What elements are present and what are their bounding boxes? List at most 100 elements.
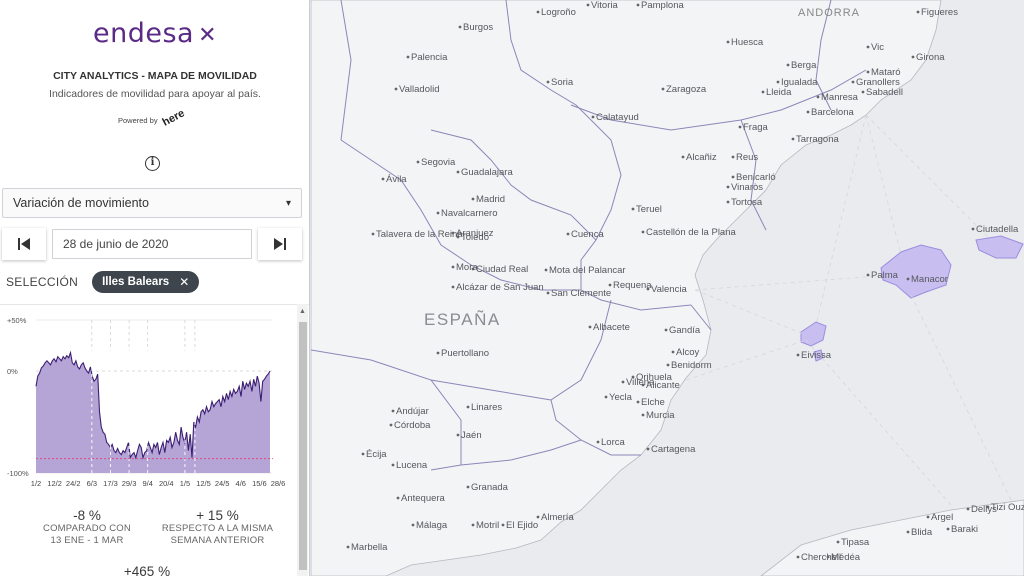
city-dot bbox=[866, 45, 870, 49]
city-label: Valladolid bbox=[399, 84, 440, 95]
scrollbar-thumb[interactable] bbox=[299, 322, 307, 570]
city-dot bbox=[346, 545, 350, 549]
x-tick-label: 20/4 bbox=[159, 479, 174, 488]
region-chip[interactable]: Illes Balears ✕ bbox=[92, 271, 200, 293]
x-tick-label: 29/3 bbox=[122, 479, 137, 488]
city-label: Eivissa bbox=[801, 350, 832, 361]
city-dot bbox=[731, 155, 735, 159]
selection-row: SELECCIÓN Illes Balears ✕ bbox=[6, 271, 200, 293]
scroll-up-icon[interactable]: ▲ bbox=[299, 308, 306, 315]
city-dot bbox=[641, 413, 645, 417]
city-label: Marbella bbox=[351, 542, 388, 553]
x-tick-label: 12/5 bbox=[196, 479, 211, 488]
city-label: Lorca bbox=[601, 437, 625, 448]
stat-caption: COMPARADO CON bbox=[43, 523, 131, 534]
city-label: Jaén bbox=[461, 430, 482, 441]
powered-by: Powered by here bbox=[118, 107, 186, 129]
city-label: Igualada bbox=[781, 77, 818, 88]
city-dot bbox=[456, 433, 460, 437]
city-dot bbox=[406, 55, 410, 59]
y-tick-label: -100% bbox=[7, 469, 29, 478]
city-label: Castellón de la Plana bbox=[646, 227, 736, 238]
previous-date-button[interactable] bbox=[2, 228, 46, 260]
city-dot bbox=[361, 452, 365, 456]
brand-name: endesa bbox=[92, 18, 195, 49]
map-canvas[interactable]: ANDORRA ESPAÑA Burgos Logroño Vitoria Pampl… bbox=[311, 0, 1024, 576]
city-label: Lucena bbox=[396, 460, 428, 471]
region-chip-label: Illes Balears bbox=[102, 276, 170, 288]
city-dot bbox=[806, 110, 810, 114]
x-tick-label: 24/2 bbox=[66, 479, 81, 488]
city-label: Motril bbox=[476, 520, 499, 531]
x-tick-label: 1/5 bbox=[180, 479, 190, 488]
city-label: San Clemente bbox=[551, 288, 611, 299]
city-label: Baraki bbox=[951, 524, 978, 535]
city-dot bbox=[681, 155, 685, 159]
page-title: CITY ANALYTICS - MAPA DE MOVILIDAD bbox=[53, 70, 257, 82]
city-label: Écija bbox=[366, 449, 387, 460]
city-dot bbox=[906, 277, 910, 281]
city-dot bbox=[416, 160, 420, 164]
city-label: Huesca bbox=[731, 37, 764, 48]
city-label: Alcoy bbox=[676, 347, 699, 358]
city-label: Médéa bbox=[831, 552, 861, 563]
indicator-select-value: Variación de movimiento bbox=[13, 196, 149, 210]
scrollbar[interactable]: ▲ bbox=[297, 304, 308, 576]
info-icon[interactable]: i bbox=[145, 156, 160, 171]
city-dot bbox=[664, 328, 668, 332]
city-dot bbox=[671, 350, 675, 354]
city-label: Fraga bbox=[743, 122, 769, 133]
skip-forward-icon bbox=[274, 238, 286, 250]
city-label: El Ejido bbox=[506, 520, 538, 531]
next-date-button[interactable] bbox=[258, 228, 302, 260]
city-dot bbox=[641, 230, 645, 234]
city-label: Reus bbox=[736, 152, 758, 163]
city-dot bbox=[451, 265, 455, 269]
city-dot bbox=[436, 211, 440, 215]
city-label: Ciutadella bbox=[976, 224, 1019, 235]
city-label: Mora bbox=[456, 262, 478, 273]
close-icon[interactable]: ✕ bbox=[179, 275, 189, 289]
city-label: Figueres bbox=[921, 7, 958, 18]
city-dot bbox=[866, 70, 870, 74]
city-label: Córdoba bbox=[394, 420, 431, 431]
city-label: Benicarló bbox=[736, 172, 776, 183]
map-view[interactable]: ANDORRA ESPAÑA Burgos Logroño Vitoria Pampl… bbox=[311, 0, 1024, 576]
x-tick-label: 1/2 bbox=[31, 479, 41, 488]
city-label: Tizi Ouzou bbox=[991, 502, 1024, 513]
city-dot bbox=[381, 177, 385, 181]
city-label: Palma bbox=[871, 270, 899, 281]
country-label: ESPAÑA bbox=[424, 310, 501, 329]
city-dot bbox=[796, 353, 800, 357]
stat-vs-baseline: -8 % COMPARADO CON 13 ENE - 1 MAR bbox=[22, 508, 152, 546]
stat-caption: SEMANA ANTERIOR bbox=[170, 534, 265, 546]
city-label: Logroño bbox=[541, 7, 576, 18]
city-dot bbox=[761, 90, 765, 94]
city-label: Granada bbox=[471, 482, 509, 493]
city-dot bbox=[791, 137, 795, 141]
city-dot bbox=[986, 505, 990, 509]
endesa-logo: endesa ✕ bbox=[0, 18, 309, 49]
city-dot bbox=[916, 10, 920, 14]
city-dot bbox=[411, 523, 415, 527]
indicator-select[interactable]: Variación de movimiento ▾ bbox=[2, 188, 302, 218]
city-dot bbox=[906, 530, 910, 534]
city-dot bbox=[631, 207, 635, 211]
city-dot bbox=[566, 232, 570, 236]
chevron-down-icon: ▾ bbox=[285, 197, 291, 209]
city-dot bbox=[636, 3, 640, 7]
city-dot bbox=[391, 409, 395, 413]
date-field[interactable]: 28 de junio de 2020 bbox=[52, 229, 252, 259]
city-label: Linares bbox=[471, 402, 502, 413]
city-label: Blida bbox=[911, 527, 933, 538]
city-label: Almería bbox=[541, 512, 574, 523]
city-label: Guadalajara bbox=[461, 167, 513, 178]
city-label: Vitoria bbox=[591, 0, 618, 11]
x-tick-label: 17/3 bbox=[103, 479, 118, 488]
brand-mark: ✕ bbox=[198, 23, 218, 48]
powered-by-label: Powered by bbox=[118, 116, 158, 125]
city-label: Alcañiz bbox=[686, 152, 717, 163]
city-label: Vic bbox=[871, 42, 884, 53]
y-tick-label: 0% bbox=[7, 367, 18, 376]
city-dot bbox=[371, 232, 375, 236]
